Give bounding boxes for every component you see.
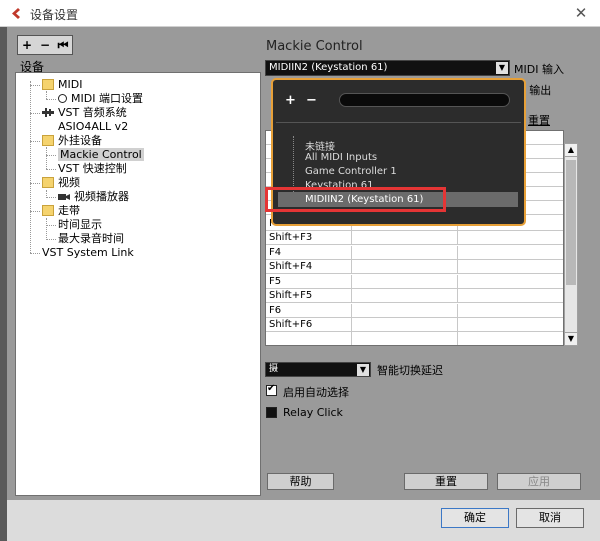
cancel-button[interactable]: 取消 [516, 508, 584, 528]
table-row[interactable]: Shift+F4 [266, 260, 563, 274]
tree-item-mackie-control[interactable]: Mackie Control [58, 148, 144, 162]
table-row[interactable]: F5 [266, 275, 563, 289]
reset-button[interactable]: 重置 [404, 473, 488, 490]
table-row[interactable]: Shift+F3 [266, 231, 563, 245]
popup-item-unlinked[interactable]: 未链接 [305, 138, 335, 153]
popup-search-input[interactable] [339, 93, 510, 107]
chevron-down-icon: ▼ [496, 62, 508, 74]
folder-icon [42, 177, 54, 188]
dialog-footer [7, 500, 600, 541]
cubase-logo-icon [12, 8, 20, 19]
reset-device-button[interactable]: ⏮ [55, 38, 71, 53]
popup-remove-button[interactable]: − [306, 93, 317, 108]
panel-title: Mackie Control [266, 39, 363, 54]
scroll-down-arrow-icon[interactable]: ▼ [564, 332, 578, 346]
tree-item-max-record-time[interactable]: 最大录音时间 [58, 232, 124, 246]
table-row[interactable] [266, 332, 563, 345]
folder-icon [42, 79, 54, 90]
table-row[interactable]: Shift+F5 [266, 289, 563, 303]
table-row[interactable]: Shift+F6 [266, 318, 563, 332]
scrollbar-thumb[interactable] [566, 160, 576, 285]
popup-item-all-midi-inputs[interactable]: All MIDI Inputs [305, 152, 377, 163]
chevron-down-icon: ▼ [357, 364, 369, 376]
auto-select-checkbox[interactable] [266, 383, 277, 396]
remove-device-button[interactable]: − [37, 38, 53, 52]
video-player-icon [58, 194, 70, 200]
help-button[interactable]: 帮助 [267, 473, 334, 490]
table-row[interactable]: F4 [266, 246, 563, 260]
tree-toolbar: + − ⏮ [17, 35, 73, 55]
tree-item-transport[interactable]: 走带 [42, 204, 80, 218]
window-title: 设备设置 [30, 8, 79, 22]
device-setup-window: 设备设置 ✕ + − ⏮ 设备 MIDI MIDI 端口设置 VST 音频系统 … [0, 0, 600, 541]
tree-item-video[interactable]: 视频 [42, 176, 80, 190]
folder-icon [42, 205, 54, 216]
reset-link[interactable]: 重置 [528, 112, 550, 128]
relay-click-checkbox[interactable] [266, 407, 277, 418]
title-bar: 设备设置 ✕ [0, 0, 600, 27]
midi-input-select[interactable]: MIDIIN2 (Keystation 61) ▼ [265, 60, 510, 76]
close-button[interactable]: ✕ [568, 1, 594, 25]
auto-select-label: 启用自动选择 [283, 386, 349, 399]
popup-item-game-controller[interactable]: Game Controller 1 [305, 166, 397, 177]
tree-item-midi-port-setup[interactable]: MIDI 端口设置 [58, 92, 143, 106]
apply-button[interactable]: 应用 [497, 473, 581, 490]
table-row[interactable]: F6 [266, 304, 563, 318]
annotation-highlight-box [265, 187, 446, 212]
background-app-edge [0, 27, 7, 541]
smart-switch-delay-label: 智能切换延迟 [377, 364, 443, 377]
tree-item-midi[interactable]: MIDI [42, 78, 82, 92]
tree-item-asio4all[interactable]: ASIO4ALL v2 [58, 120, 128, 134]
scroll-up-arrow-icon[interactable]: ▲ [564, 143, 578, 157]
add-device-button[interactable]: + [19, 38, 35, 52]
relay-click-label: Relay Click [283, 406, 343, 419]
tree-item-time-display[interactable]: 时间显示 [58, 218, 102, 232]
tree-item-video-player[interactable]: 视频播放器 [58, 190, 129, 204]
midi-input-label: MIDI 输入 [514, 63, 564, 76]
ok-button[interactable]: 确定 [441, 508, 509, 528]
audio-system-icon [42, 108, 54, 117]
device-tree[interactable]: MIDI MIDI 端口设置 VST 音频系统 ASIO4ALL v2 外挂设备… [15, 72, 261, 496]
smart-switch-delay-select[interactable]: 摄 ▼ [265, 362, 371, 377]
popup-add-button[interactable]: + [285, 93, 296, 108]
tree-item-vst-system-link[interactable]: VST System Link [42, 246, 134, 260]
port-icon [58, 94, 67, 103]
tree-item-external-devices[interactable]: 外挂设备 [42, 134, 102, 148]
folder-icon [42, 135, 54, 146]
tree-item-vst-audio-system[interactable]: VST 音频系统 [42, 106, 127, 120]
popup-divider [276, 122, 521, 123]
tree-item-vst-quick-controls[interactable]: VST 快速控制 [58, 162, 127, 176]
